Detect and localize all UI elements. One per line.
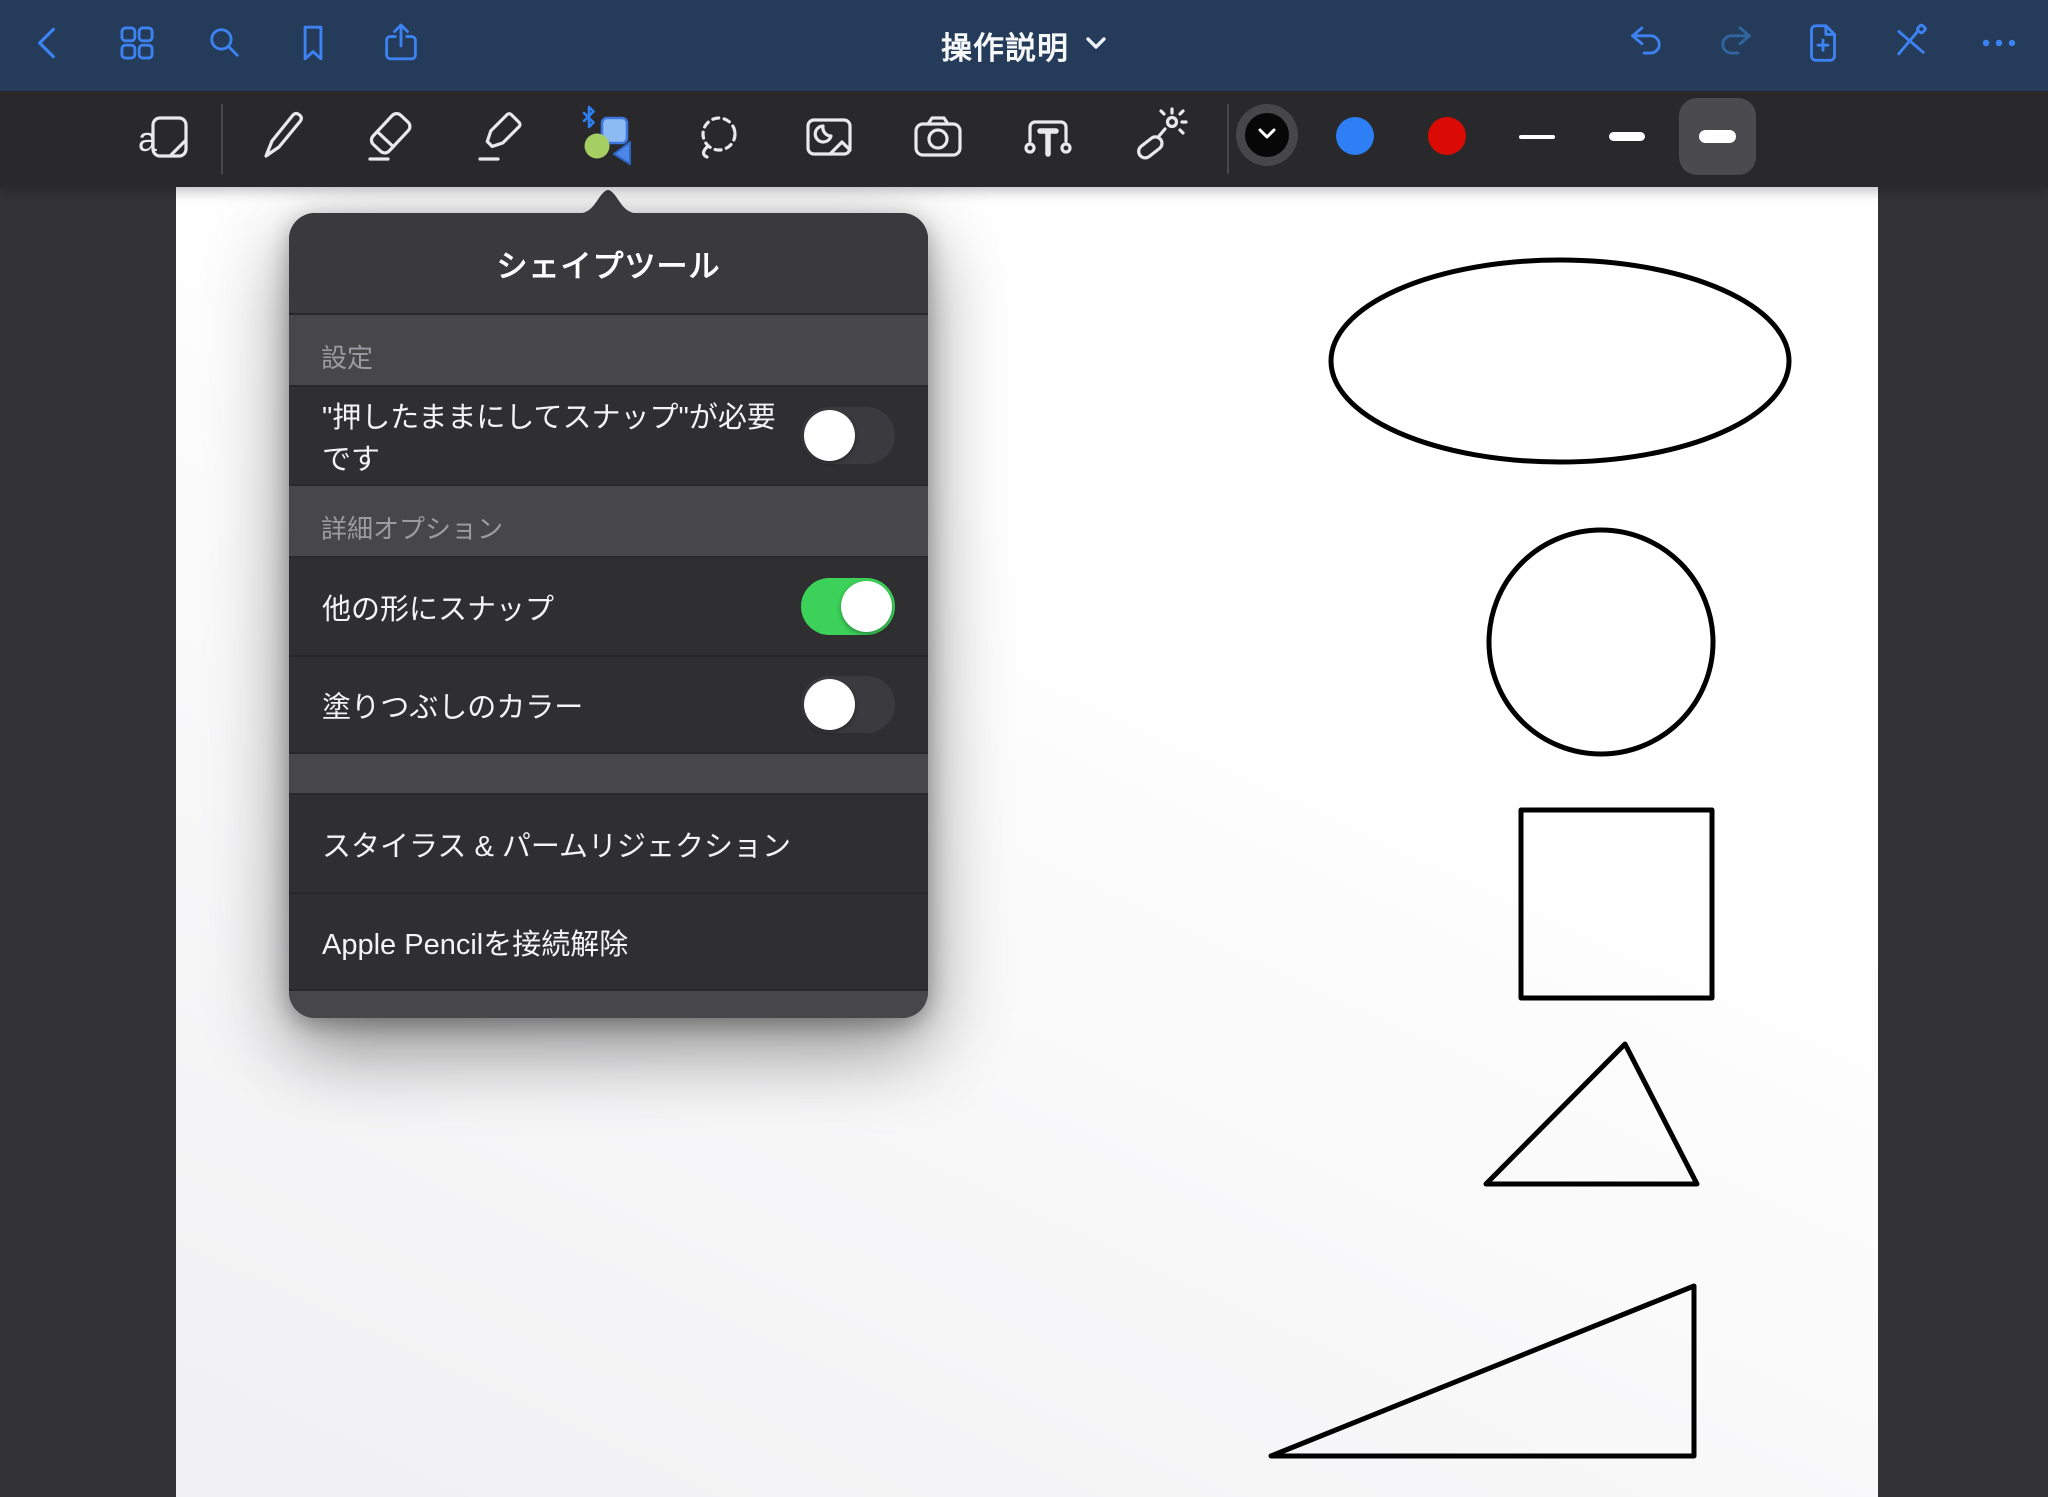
- page-panel-icon: a: [133, 105, 197, 174]
- thickness-thick-button[interactable]: [1679, 98, 1756, 175]
- section-header-advanced-options: 詳細オプション: [289, 484, 928, 558]
- popover-title: シェイプツール: [289, 213, 928, 313]
- toggle-knob: [804, 679, 855, 730]
- image-icon: [797, 105, 861, 174]
- row-hold-to-snap[interactable]: "押したままにしてスナップ"が必要です: [289, 387, 928, 484]
- row-label: 他の形にスナップ: [322, 586, 554, 628]
- grid-icon: [114, 20, 160, 71]
- camera-tool-button[interactable]: [906, 107, 970, 171]
- toolbar-divider: [221, 104, 223, 174]
- section-header-label: 設定: [321, 338, 373, 375]
- pen-slash-icon: [1888, 20, 1934, 71]
- color-swatch-red[interactable]: [1428, 117, 1466, 155]
- row-label: スタイラス & パームリジェクション: [322, 823, 791, 865]
- row-label: 塗りつぶしのカラー: [322, 684, 583, 726]
- row-fill-color[interactable]: 塗りつぶしのカラー: [289, 655, 928, 752]
- laser-pointer-tool-button[interactable]: [1126, 107, 1190, 171]
- bookmark-button[interactable]: [288, 21, 338, 71]
- popover-bottom-band: [289, 989, 928, 1018]
- highlighter-tool-button[interactable]: [468, 107, 532, 171]
- editing-off-button[interactable]: [1886, 21, 1936, 71]
- chevron-left-icon: [26, 20, 72, 71]
- row-label: Apple Pencilを接続解除: [322, 921, 628, 963]
- share-icon: [378, 20, 424, 71]
- thickness-thick-bar: [1699, 130, 1736, 143]
- row-label: "押したままにしてスナップ"が必要です: [322, 394, 801, 478]
- laser-pointer-icon: [1126, 105, 1190, 174]
- topbar-left-group: [24, 21, 426, 71]
- pages-overview-button[interactable]: [112, 21, 162, 71]
- section-header-settings: 設定: [289, 313, 928, 387]
- back-button[interactable]: [24, 21, 74, 71]
- document-title: 操作説明: [941, 23, 1069, 68]
- search-icon: [202, 20, 248, 71]
- color-swatch-blue[interactable]: [1336, 117, 1374, 155]
- color-swatch-black-selected[interactable]: [1236, 104, 1298, 166]
- toolbar-divider: [1227, 104, 1229, 174]
- shape-tool-button[interactable]: [575, 107, 639, 171]
- document-title-button[interactable]: 操作説明: [941, 0, 1107, 91]
- section-header-label: 詳細オプション: [321, 509, 503, 546]
- svg-text:a: a: [138, 121, 157, 159]
- app-screen: 操作説明: [0, 0, 2048, 1497]
- lasso-icon: [686, 105, 750, 174]
- row-stylus-palm-rejection[interactable]: スタイラス & パームリジェクション: [289, 795, 928, 892]
- pen-icon: [249, 105, 313, 174]
- search-button[interactable]: [200, 21, 250, 71]
- ellipsis-icon: [1976, 20, 2022, 71]
- snap-to-other-shapes-toggle[interactable]: [801, 578, 895, 635]
- toggle-knob: [841, 581, 892, 632]
- row-disconnect-apple-pencil[interactable]: Apple Pencilを接続解除: [289, 892, 928, 989]
- row-snap-to-other-shapes[interactable]: 他の形にスナップ: [289, 558, 928, 655]
- highlighter-icon: [468, 105, 532, 174]
- eraser-icon: [358, 105, 422, 174]
- fill-color-toggle[interactable]: [801, 676, 895, 733]
- share-button[interactable]: [376, 21, 426, 71]
- undo-button[interactable]: [1622, 21, 1672, 71]
- topbar-right-group: [1622, 21, 2024, 71]
- more-options-button[interactable]: [1974, 21, 2024, 71]
- tools-toolbar: a: [0, 91, 2048, 187]
- top-navigation-bar: 操作説明: [0, 0, 2048, 91]
- section-spacer: [289, 752, 928, 795]
- hold-to-snap-toggle[interactable]: [801, 407, 895, 464]
- shape-tool-icon: [575, 105, 639, 174]
- pen-tool-button[interactable]: [249, 107, 313, 171]
- redo-icon: [1712, 20, 1758, 71]
- add-page-icon: [1800, 20, 1846, 71]
- thickness-thin-button[interactable]: [1519, 135, 1555, 139]
- text-icon: [1016, 105, 1080, 174]
- text-tool-button[interactable]: [1016, 107, 1080, 171]
- camera-icon: [906, 105, 970, 174]
- add-page-button[interactable]: [1798, 21, 1848, 71]
- chevron-down-icon: [1085, 35, 1107, 56]
- popover-arrow: [573, 186, 643, 219]
- shape-tool-popover: シェイプツール 設定 "押したままにしてスナップ"が必要です 詳細オプション 他…: [289, 213, 928, 1018]
- image-tool-button[interactable]: [797, 107, 861, 171]
- page-panel-tool-button[interactable]: a: [133, 107, 197, 171]
- bookmark-icon: [290, 20, 336, 71]
- eraser-tool-button[interactable]: [358, 107, 422, 171]
- chevron-down-icon: [1256, 125, 1278, 146]
- thickness-medium-button[interactable]: [1609, 132, 1645, 141]
- undo-icon: [1624, 20, 1670, 71]
- lasso-tool-button[interactable]: [686, 107, 750, 171]
- redo-button[interactable]: [1710, 21, 1760, 71]
- toggle-knob: [804, 410, 855, 461]
